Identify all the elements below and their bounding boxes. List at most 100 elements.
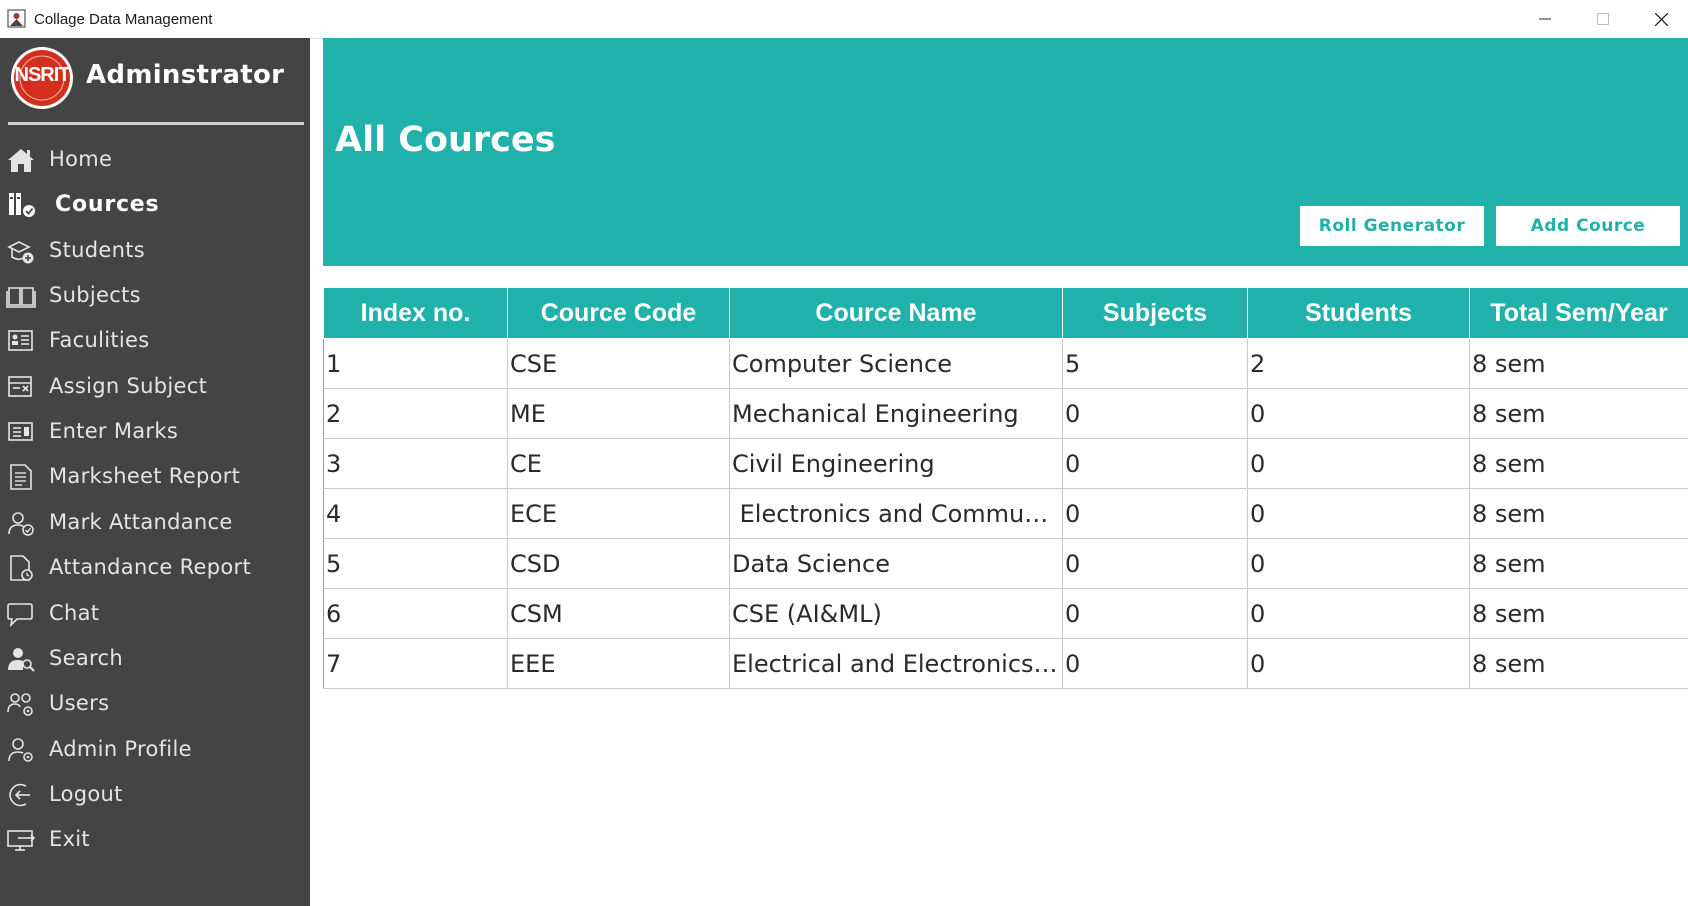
cell-total-sem[interactable]: 8 sem [1469,638,1688,689]
sidebar-item-label: Marksheet Report [49,464,241,488]
table-row[interactable]: 3 CE Civil Engineering 0 0 8 sem [323,438,1688,489]
cell-students[interactable]: 0 [1247,388,1470,439]
sidebar-item-label: Cources [55,192,160,217]
cell-cource-code[interactable]: ECE [507,488,730,539]
column-header-subjects[interactable]: Subjects [1062,287,1248,339]
sidebar-item-students[interactable]: Students [0,229,310,273]
cell-subjects[interactable]: 0 [1062,538,1248,589]
sidebar-item-label: Chat [49,601,100,625]
cell-students[interactable]: 0 [1247,588,1470,639]
table-row[interactable]: 1 CSE Computer Science 5 2 8 sem [323,338,1688,389]
cell-index[interactable]: 2 [323,388,508,439]
sidebar: NSRIT Adminstrator Home Cources Students [0,38,310,906]
sidebar-item-label: Attandance Report [49,555,252,579]
column-header-total-sem[interactable]: Total Sem/Year [1469,287,1688,339]
maximize-icon [1597,13,1609,25]
minimize-button[interactable] [1516,0,1574,38]
cell-subjects[interactable]: 0 [1062,488,1248,539]
report-icon [10,464,32,490]
sidebar-item-logout[interactable]: Logout [0,773,310,817]
sidebar-item-exit[interactable]: Exit [0,818,310,862]
cell-index[interactable]: 6 [323,588,508,639]
cell-subjects[interactable]: 0 [1062,388,1248,439]
cell-cource-code[interactable]: ME [507,388,730,439]
cell-cource-code[interactable]: EEE [507,638,730,689]
sidebar-item-chat[interactable]: Chat [0,592,310,636]
cell-subjects[interactable]: 0 [1062,438,1248,489]
page-title: All Cources [335,120,556,160]
cell-total-sem[interactable]: 8 sem [1469,338,1688,389]
cell-students[interactable]: 0 [1247,638,1470,689]
sidebar-item-faculities[interactable]: Faculities [0,319,310,363]
column-header-index[interactable]: Index no. [323,287,508,339]
cell-index[interactable]: 5 [323,538,508,589]
cell-students[interactable]: 0 [1247,438,1470,489]
table-header-row: Index no. Cource Code Cource Name Subjec… [323,287,1688,339]
users-icon [7,693,33,716]
cell-total-sem[interactable]: 8 sem [1469,438,1688,489]
cell-cource-code[interactable]: CE [507,438,730,489]
cell-students[interactable]: 0 [1247,488,1470,539]
table-row[interactable]: 6 CSM CSE (AI&ML) 0 0 8 sem [323,588,1688,639]
sidebar-item-label: Search [49,646,123,670]
cell-subjects[interactable]: 0 [1062,638,1248,689]
minimize-icon [1539,18,1551,20]
add-cource-button[interactable]: Add Cource [1496,206,1680,246]
maximize-button[interactable] [1574,0,1632,38]
sidebar-item-label: Subjects [49,283,141,307]
sidebar-item-marksheet-report[interactable]: Marksheet Report [0,455,310,499]
close-icon [1654,12,1668,26]
sidebar-item-label: Students [49,238,146,262]
cell-cource-name[interactable]: CSE (AI&ML) [729,588,1063,639]
sidebar-item-users[interactable]: Users [0,682,310,726]
sidebar-item-attandance-report[interactable]: Attandance Report [0,546,310,590]
cell-students[interactable]: 2 [1247,338,1470,389]
cell-index[interactable]: 1 [323,338,508,389]
sidebar-item-home[interactable]: Home [0,138,310,182]
cell-cource-name[interactable]: Electronics and Communication Engineerin… [729,488,1063,539]
cell-cource-code[interactable]: CSE [507,338,730,389]
table-row[interactable]: 2 ME Mechanical Engineering 0 0 8 sem [323,388,1688,439]
close-button[interactable] [1632,0,1688,38]
cell-cource-name[interactable]: Civil Engineering [729,438,1063,489]
cell-students[interactable]: 0 [1247,538,1470,589]
faculty-icon [8,330,33,351]
sidebar-item-label: Logout [49,782,123,806]
cell-total-sem[interactable]: 8 sem [1469,588,1688,639]
cell-cource-code[interactable]: CSM [507,588,730,639]
cell-index[interactable]: 3 [323,438,508,489]
cell-total-sem[interactable]: 8 sem [1469,388,1688,439]
roll-generator-button[interactable]: Roll Generator [1300,206,1484,246]
column-header-cource-code[interactable]: Cource Code [507,287,730,339]
column-header-cource-name[interactable]: Cource Name [729,287,1063,339]
attendance-report-icon [10,555,33,581]
cell-index[interactable]: 4 [323,488,508,539]
cell-total-sem[interactable]: 8 sem [1469,538,1688,589]
students-icon [7,241,34,264]
table-row[interactable]: 7 EEE Electrical and Electronics Eng 0 0… [323,638,1688,689]
cell-cource-name[interactable]: Computer Science [729,338,1063,389]
sidebar-item-enter-marks[interactable]: Enter Marks [0,410,310,454]
cell-cource-code[interactable]: CSD [507,538,730,589]
table-row[interactable]: 5 CSD Data Science 0 0 8 sem [323,538,1688,589]
cell-cource-name[interactable]: Electrical and Electronics Eng [729,638,1063,689]
sidebar-item-assign-subject[interactable]: Assign Subject [0,365,310,409]
column-header-students[interactable]: Students [1247,287,1470,339]
sidebar-item-label: Enter Marks [49,419,179,443]
cell-index[interactable]: 7 [323,638,508,689]
logo-text: NSRIT [14,64,71,86]
cell-total-sem[interactable]: 8 sem [1469,488,1688,539]
sidebar-item-subjects[interactable]: Subjects [0,274,310,318]
sidebar-item-admin-profile[interactable]: Admin Profile [0,728,310,772]
cell-subjects[interactable]: 0 [1062,588,1248,639]
courses-icon [9,193,35,217]
sidebar-item-search[interactable]: Search [0,637,310,681]
cell-subjects[interactable]: 5 [1062,338,1248,389]
courses-table-container: Index no. Cource Code Cource Name Subjec… [323,287,1688,689]
cell-cource-name[interactable]: Data Science [729,538,1063,589]
cell-cource-name[interactable]: Mechanical Engineering [729,388,1063,439]
sidebar-item-label: Faculities [49,328,150,352]
sidebar-item-cources[interactable]: Cources [0,183,310,227]
table-row[interactable]: 4 ECE Electronics and Communication Engi… [323,488,1688,539]
sidebar-item-mark-attandance[interactable]: Mark Attandance [0,501,310,545]
